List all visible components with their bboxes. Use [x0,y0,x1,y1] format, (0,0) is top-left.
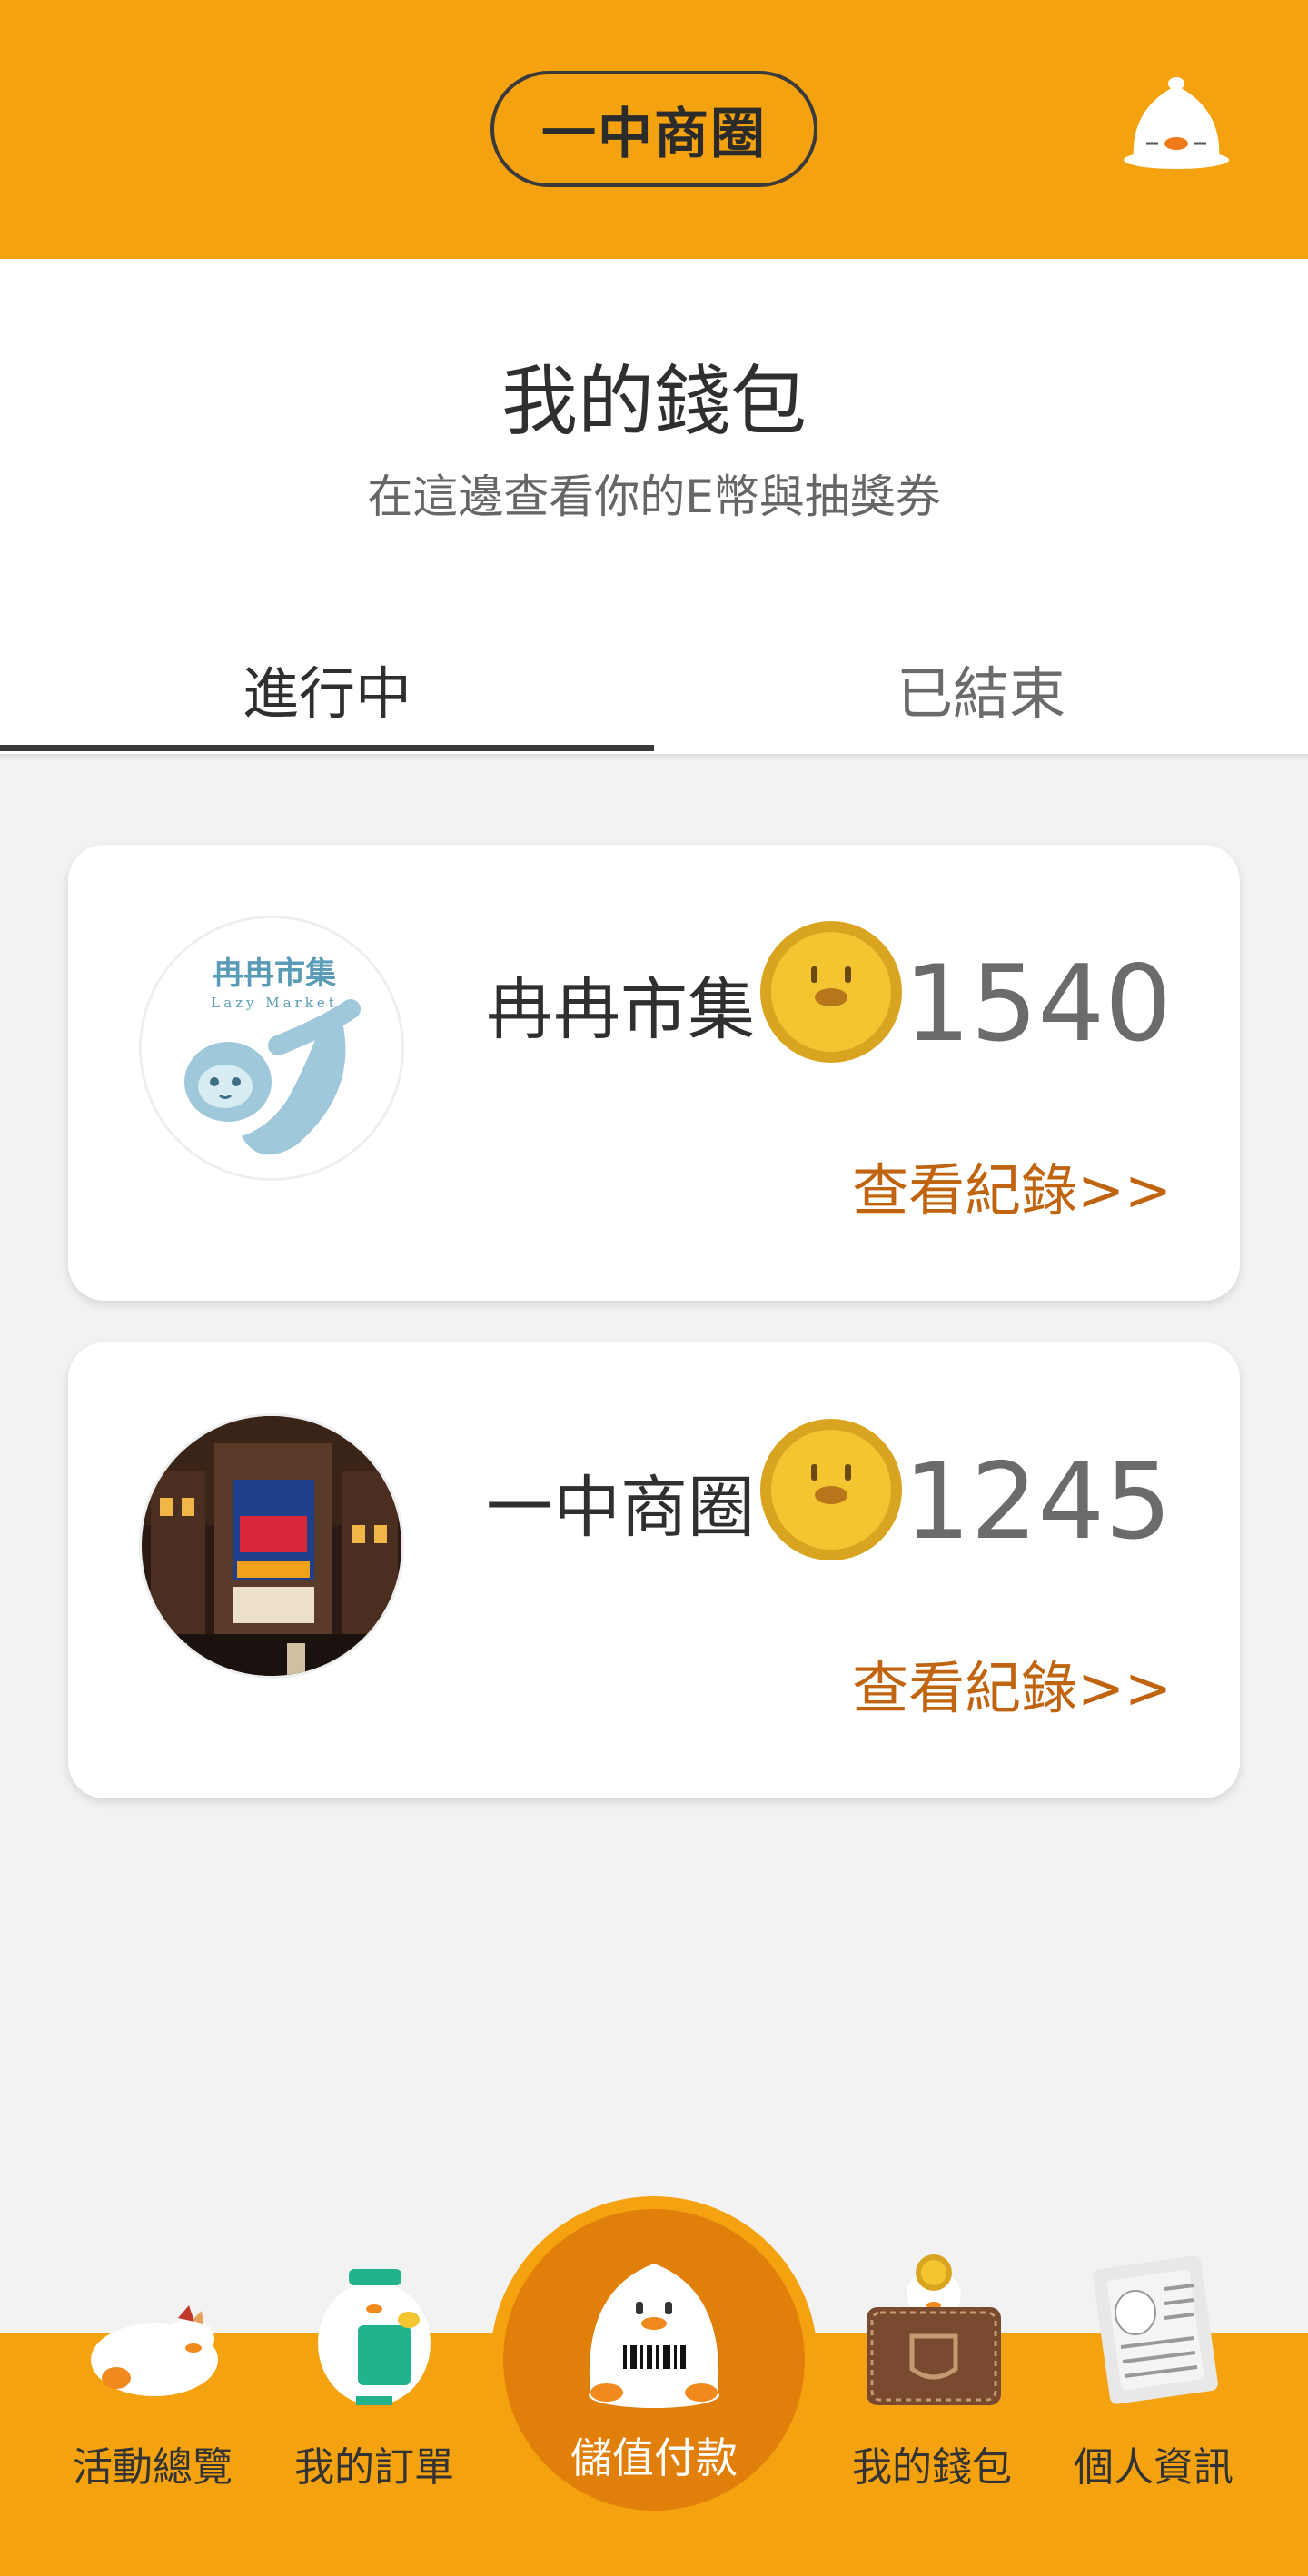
wallet-icon [867,2254,1001,2405]
view-records-link[interactable]: 查看紀錄>> [852,1642,1172,1724]
coin-icon [760,1419,902,1560]
page-title: 我的錢包 [500,357,807,446]
nav-label: 活動總覽 [73,2444,233,2491]
wallet-header: 我的錢包 在這邊查看你的E幣與抽獎券 進行中 已結束 [0,259,1308,754]
wallet-card: 冉冉市集 Lazy Market 冉冉市集 1540 查看紀錄>> [68,845,1240,1301]
tab-ended[interactable]: 已結束 [654,622,1308,754]
lying-duck-icon [91,2305,218,2396]
logo-text-en: Lazy Market [211,995,338,1011]
store-name: 冉冉市集 [486,970,755,1049]
divider [0,754,1308,761]
area-selector-button[interactable]: 一中商圈 [490,71,818,187]
store-logo [139,1413,404,1679]
topup-pay-button[interactable]: 儲值付款 [503,2209,805,2511]
view-records-link[interactable]: 查看紀錄>> [852,1144,1172,1226]
nav-item-orders[interactable]: 我的訂單 [265,2244,483,2576]
top-bar: 一中商圈 [0,0,1308,259]
nav-item-profile[interactable]: 個人資訊 [1045,2244,1263,2576]
nav-label: 儲值付款 [570,2433,738,2482]
tab-ongoing[interactable]: 進行中 [0,622,654,754]
newspaper-icon [1093,2255,1218,2404]
nav-item-topup-pay[interactable]: 儲值付款 [490,2196,818,2523]
store-name: 一中商圈 [486,1468,755,1547]
sloth-logo-icon: 冉冉市集 Lazy Market [142,918,401,1178]
duck-barcode-icon [589,2264,719,2408]
duck-clipboard-icon [318,2269,431,2405]
duck-bell-icon[interactable] [1117,73,1235,173]
nav-item-activities[interactable]: 活動總覽 [44,2244,262,2576]
page-subtitle: 在這邊查看你的E幣與抽獎券 [367,471,941,523]
nav-label: 個人資訊 [1074,2444,1234,2491]
logo-text-cn: 冉冉市集 [213,956,336,992]
storefront-photo-icon [142,1416,401,1676]
wallet-card: 一中商圈 1245 查看紀錄>> [68,1342,1240,1798]
e-coin-balance: 1540 [903,942,1172,1065]
store-logo: 冉冉市集 Lazy Market [139,916,404,1181]
nav-label: 我的錢包 [852,2444,1012,2491]
nav-label: 我的訂單 [294,2444,454,2491]
active-tab-indicator [0,745,654,751]
e-coin-balance: 1245 [903,1440,1172,1563]
coin-icon [760,921,902,1063]
nav-item-my-wallet[interactable]: 我的錢包 [823,2244,1041,2576]
